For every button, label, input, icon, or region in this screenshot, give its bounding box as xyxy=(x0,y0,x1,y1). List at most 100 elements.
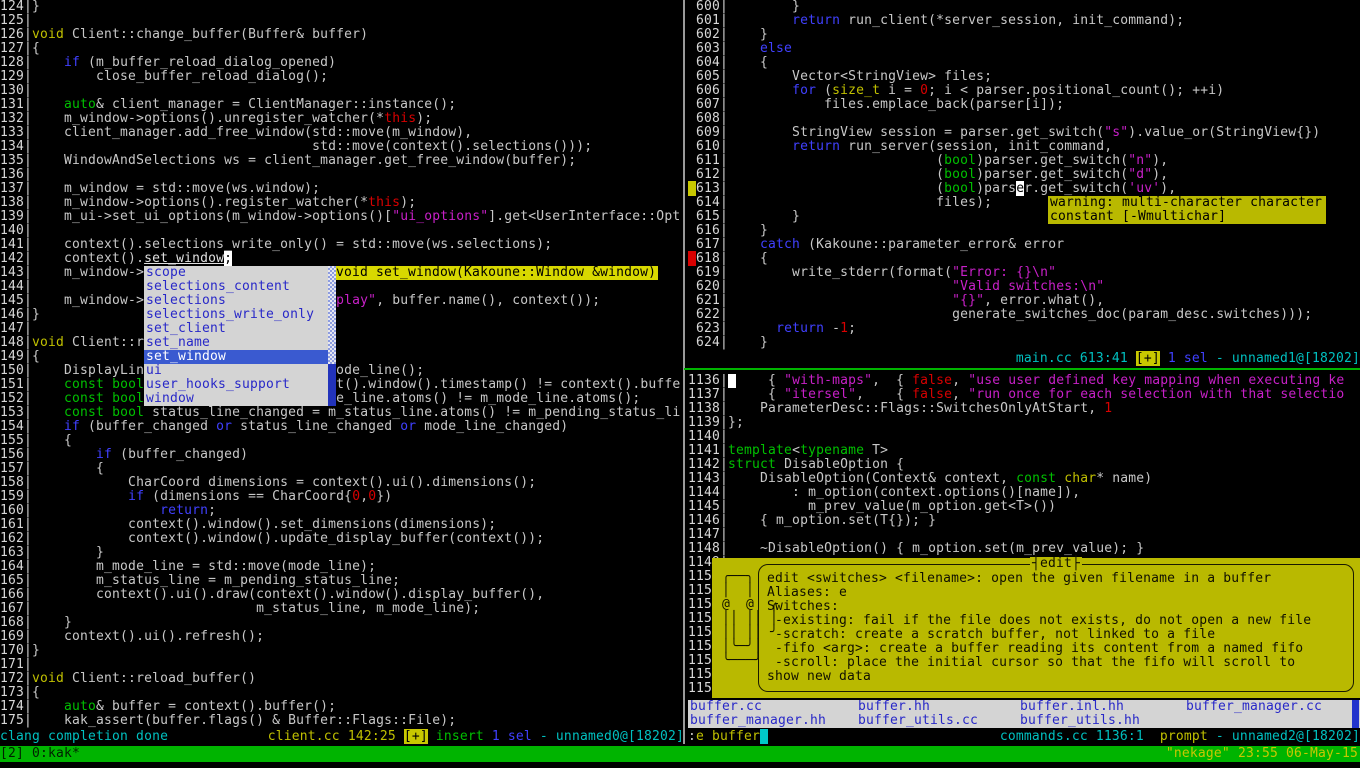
command-prompt[interactable]: :e buffer xyxy=(688,730,768,744)
text-segment: files); xyxy=(728,195,992,210)
text-segment: 1136| xyxy=(688,374,728,388)
text-segment: void xyxy=(32,335,64,350)
text-segment: )parser.get_switch( xyxy=(976,153,1128,168)
menu-item[interactable]: buffer_utils.cc xyxy=(858,714,978,728)
text-segment: ( xyxy=(728,167,944,182)
completion-item[interactable]: set_client xyxy=(144,322,336,336)
text-segment: client.cc 142:25 xyxy=(268,729,404,744)
text-segment: 136| xyxy=(0,167,32,182)
text-segment: : xyxy=(688,729,696,744)
text-segment xyxy=(728,139,792,154)
text-segment: 623| xyxy=(688,321,728,336)
code-line: 624| } xyxy=(688,336,1360,350)
code-line: 603| else xyxy=(688,42,1360,56)
text-segment: 1142| xyxy=(688,457,728,472)
code-line: 128| if (m_buffer_reload_dialog_opened) xyxy=(0,56,684,70)
text-segment: } xyxy=(32,545,104,560)
menu-item[interactable]: buffer_manager.cc xyxy=(1186,700,1322,714)
code-line: 134| std::move(context().selections())); xyxy=(0,140,684,154)
code-line: 147| xyxy=(0,322,684,336)
text-segment: 160| xyxy=(0,503,32,518)
text-segment: 618| xyxy=(696,251,728,266)
code-line: 139| m_ui->set_ui_options(m_window->opti… xyxy=(0,210,684,224)
text-segment: * name) xyxy=(1096,471,1152,486)
text-segment: if xyxy=(128,489,144,504)
text-segment: 611| xyxy=(688,153,728,168)
text-segment: [+] xyxy=(404,729,428,744)
completion-item[interactable]: selections_content xyxy=(144,280,336,294)
completion-item[interactable]: set_window xyxy=(144,350,336,364)
menu-item[interactable]: buffer.inl.hh xyxy=(1020,700,1124,714)
completion-menu-items: scopeselections_contentselectionsselecti… xyxy=(144,266,336,406)
code-line: 158| CharCoord dimensions = context().ui… xyxy=(0,476,684,490)
text-segment: r.get_switch( xyxy=(1024,181,1128,196)
code-line: 161| context().window().set_dimensions(d… xyxy=(0,518,684,532)
text-segment: ; xyxy=(848,321,856,336)
code-line: 618| { xyxy=(688,252,1360,266)
code-line: 138| m_window->options().register_watche… xyxy=(0,196,684,210)
text-segment: 175| xyxy=(0,713,32,728)
text-segment: ; i < parser.positional_count(); ++i) xyxy=(928,83,1224,98)
completion-item[interactable]: ui xyxy=(144,364,336,378)
text-segment: "use user defined key mapping when execu… xyxy=(968,374,1344,388)
completion-item[interactable]: selections xyxy=(144,294,336,308)
pane-divider-vertical[interactable] xyxy=(683,0,685,744)
text-segment: { xyxy=(736,374,784,388)
text-segment xyxy=(32,503,160,518)
code-line: 142| context().set_window; xyxy=(0,252,684,266)
menu-item[interactable]: buffer_manager.hh xyxy=(690,714,826,728)
text-segment: close_buffer_reload_dialog(); xyxy=(32,69,328,84)
text-segment: CharCoord dimensions = context().ui().di… xyxy=(32,475,536,490)
text-segment xyxy=(32,55,64,70)
code-line: 171| xyxy=(0,658,684,672)
code-line: 156| if (buffer_changed) xyxy=(0,448,684,462)
code-line: 146|} xyxy=(0,308,684,322)
menu-row: buffer.cc buffer.hh buffer.inl.hh buffer_ma… xyxy=(688,700,1360,714)
menu-item[interactable]: buffer.hh xyxy=(858,700,930,714)
text-segment: 1 sel xyxy=(492,729,532,744)
text-segment: 132| xyxy=(0,111,32,126)
text-segment: 157| xyxy=(0,461,32,476)
text-segment: run_server(session, init_command, xyxy=(840,139,1112,154)
completion-item[interactable]: user_hooks_support xyxy=(144,378,336,392)
status-position: commands.cc 1136:1 prompt - unnamed2@[18… xyxy=(1000,730,1360,744)
text-segment: 1 sel xyxy=(1160,351,1208,366)
text-segment xyxy=(104,391,112,406)
text-segment: { xyxy=(32,461,104,476)
menu-item[interactable]: buffer_utils.hh xyxy=(1020,714,1140,728)
completion-scrollbar[interactable] xyxy=(328,266,336,406)
completion-item[interactable]: set_name xyxy=(144,336,336,350)
text-segment: 1137| xyxy=(688,387,728,402)
text-segment xyxy=(728,237,760,252)
text-segment: 129| xyxy=(0,69,32,84)
text-segment: 605| xyxy=(688,69,728,84)
menu-scrollbar[interactable] xyxy=(1352,700,1359,728)
text-segment: context().window().set_dimensions(dimens… xyxy=(32,517,496,532)
text-segment: ), xyxy=(1152,153,1168,168)
text-segment: m_prev_value(m_option.get<T>()) xyxy=(728,499,1056,514)
code-line: 157| { xyxy=(0,462,684,476)
completion-item[interactable]: scope xyxy=(144,266,336,280)
status-position: client.cc 142:25 [+] insert 1 sel - unna… xyxy=(268,730,684,744)
text-segment: , xyxy=(952,387,968,402)
pane-divider-horizontal[interactable] xyxy=(684,368,1360,370)
text-segment: }; xyxy=(728,415,744,430)
code-line: 167| m_status_line, m_mode_line); xyxy=(0,602,684,616)
tmux-window-list[interactable]: [2] 0:kak* xyxy=(0,747,80,761)
text-segment: & client_manager = ClientManager::instan… xyxy=(96,97,456,112)
text-segment: ), xyxy=(1160,181,1176,196)
text-segment: template xyxy=(728,443,792,458)
completion-item[interactable]: selections_write_only xyxy=(144,308,336,322)
code-line: 144| xyxy=(0,280,684,294)
code-line: 1142|struct DisableOption { xyxy=(688,458,1360,472)
text-segment: 167| xyxy=(0,601,32,616)
completion-item[interactable]: window xyxy=(144,392,336,406)
menu-item[interactable]: buffer.cc xyxy=(690,700,762,714)
code-line: 150| DisplayLin ode_line(); xyxy=(0,364,684,378)
scrollbar-thumb[interactable] xyxy=(328,364,336,406)
cursor xyxy=(760,729,768,744)
text-segment: 148| xyxy=(0,335,32,350)
text-segment: (dimensions == CharCoord{ xyxy=(144,489,352,504)
cursor: ; xyxy=(224,251,232,266)
text-segment: 126| xyxy=(0,27,32,42)
